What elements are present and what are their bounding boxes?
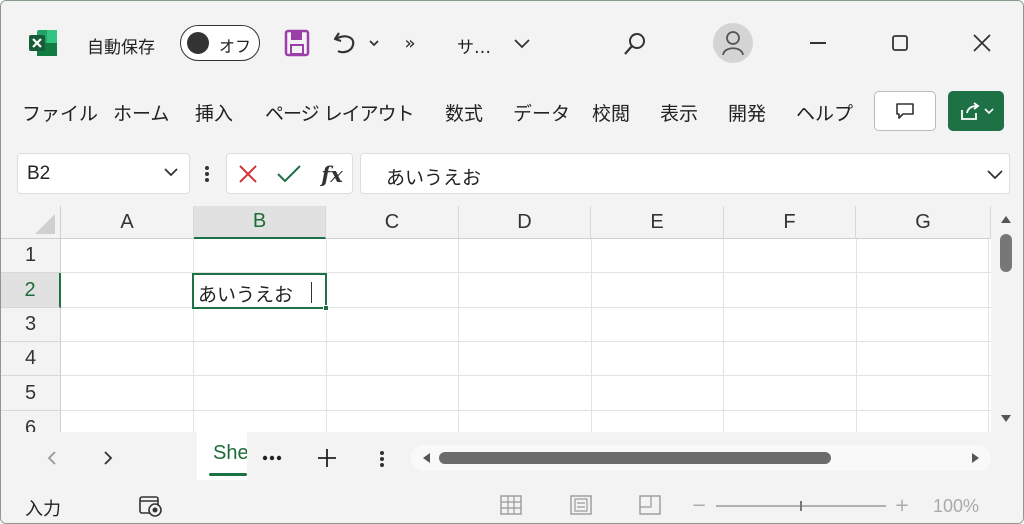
grid-line [988,239,989,432]
save-icon[interactable] [283,27,311,59]
vertical-scroll-thumb[interactable] [1000,234,1012,272]
account-avatar[interactable] [713,23,753,63]
column-header-b[interactable]: B [194,206,326,239]
autosave-toggle[interactable]: オフ [180,25,260,61]
row-header-5[interactable]: 5 [1,376,61,411]
normal-view-icon[interactable] [498,493,524,517]
row-header-2[interactable]: 2 [1,273,61,308]
previous-sheet-icon[interactable] [41,446,63,470]
scroll-right-icon[interactable] [969,451,983,465]
row-header-6[interactable]: 6 [1,411,61,432]
formula-value: あいうえお [386,167,482,189]
vertical-scrollbar[interactable] [991,206,1023,432]
zoom-out-button[interactable]: − [691,495,707,516]
grid-line [61,341,991,342]
name-box[interactable]: B2 [17,153,190,194]
column-header-g[interactable]: G [856,206,991,239]
scroll-down-icon[interactable] [999,412,1013,426]
active-cell-b2[interactable]: あいうえお [192,273,327,309]
document-title[interactable]: サ… [457,33,491,58]
person-icon [722,31,744,56]
fill-handle[interactable] [323,305,329,311]
search-icon[interactable] [620,29,650,59]
add-sheet-icon[interactable] [313,445,341,471]
title-dropdown-icon[interactable] [511,33,533,53]
undo-icon[interactable] [329,27,361,59]
share-dropdown-icon [984,108,994,115]
sheet-options-icon[interactable] [375,447,389,471]
name-box-value: B2 [27,163,51,184]
row-header-4[interactable]: 4 [1,342,61,376]
row-header-1[interactable]: 1 [1,239,61,273]
scroll-left-icon[interactable] [419,451,433,465]
cell-mode-label: 入力 [25,499,61,520]
insert-function-button[interactable]: fx [317,159,347,189]
excel-window: 自動保存 オフ » サ… ファイル ホーム 挿入 ページ レイアウト 数式 デー… [0,0,1024,524]
maximize-icon[interactable] [885,29,915,57]
share-icon [961,102,980,120]
next-sheet-icon[interactable] [97,446,119,470]
grid-line [591,239,592,432]
scroll-up-icon[interactable] [999,212,1013,226]
zoom-slider[interactable] [714,497,888,515]
worksheet-grid[interactable]: A B C D E F G 1 2 3 4 5 6 あいうえお [1,206,991,432]
close-icon[interactable] [967,29,997,57]
grid-line [193,239,194,432]
column-header-a[interactable]: A [61,206,194,239]
tab-page-layout[interactable]: ページ レイアウト [265,99,415,126]
text-caret [311,282,312,303]
grid-line [61,375,991,376]
expand-formula-icon[interactable] [985,164,1005,184]
page-layout-view-icon[interactable] [568,493,594,517]
enter-check-icon[interactable] [275,162,303,186]
autosave-state: オフ [219,37,252,56]
grid-line [723,239,724,432]
horizontal-scrollbar[interactable] [411,445,991,471]
formula-input[interactable]: あいうえお [360,153,1010,194]
cell-value: あいうえお [198,284,294,306]
grid-line [326,239,327,432]
cancel-icon[interactable] [235,162,261,186]
zoom-level[interactable]: 100% [933,496,979,517]
more-sheets-icon[interactable] [259,447,285,469]
column-header-d[interactable]: D [459,206,591,239]
row-header-3[interactable]: 3 [1,308,61,342]
grid-line [61,410,991,411]
autosave-label: 自動保存 [87,38,155,58]
select-all-corner[interactable] [1,206,61,239]
undo-dropdown-icon[interactable] [365,33,383,53]
tab-review[interactable]: 校閲 [592,99,630,126]
sheet-tab-label: Sheet1 [213,442,247,464]
formula-buttons: fx [226,153,353,194]
tab-home[interactable]: ホーム [113,99,169,126]
tab-data[interactable]: データ [513,99,570,126]
tab-developer[interactable]: 開発 [728,99,766,126]
excel-logo-icon [28,29,58,57]
sheet-tab-underline [209,473,247,476]
tab-help[interactable]: ヘルプ [796,99,853,126]
accessibility-icon[interactable] [137,493,165,519]
chevron-down-icon[interactable] [163,164,179,184]
tab-view[interactable]: 表示 [660,99,698,126]
comment-icon [896,103,914,119]
grid-line [856,239,857,432]
minimize-icon[interactable] [803,31,833,55]
tab-formulas[interactable]: 数式 [445,99,483,126]
horizontal-scroll-thumb[interactable] [439,452,831,464]
column-header-c[interactable]: C [326,206,459,239]
tab-file[interactable]: ファイル [22,99,98,126]
toggle-knob [187,32,209,54]
page-break-view-icon[interactable] [637,493,663,517]
sheet-tab-active[interactable]: Sheet1 [197,432,247,480]
more-commands-icon[interactable]: » [399,31,421,55]
zoom-in-button[interactable]: + [894,495,910,516]
grid-line [458,239,459,432]
column-header-f[interactable]: F [724,206,856,239]
formula-bar-options-icon[interactable] [199,159,215,189]
column-header-e[interactable]: E [591,206,724,239]
comments-button[interactable] [874,91,936,131]
tab-insert[interactable]: 挿入 [195,99,233,126]
share-button[interactable] [948,91,1004,131]
